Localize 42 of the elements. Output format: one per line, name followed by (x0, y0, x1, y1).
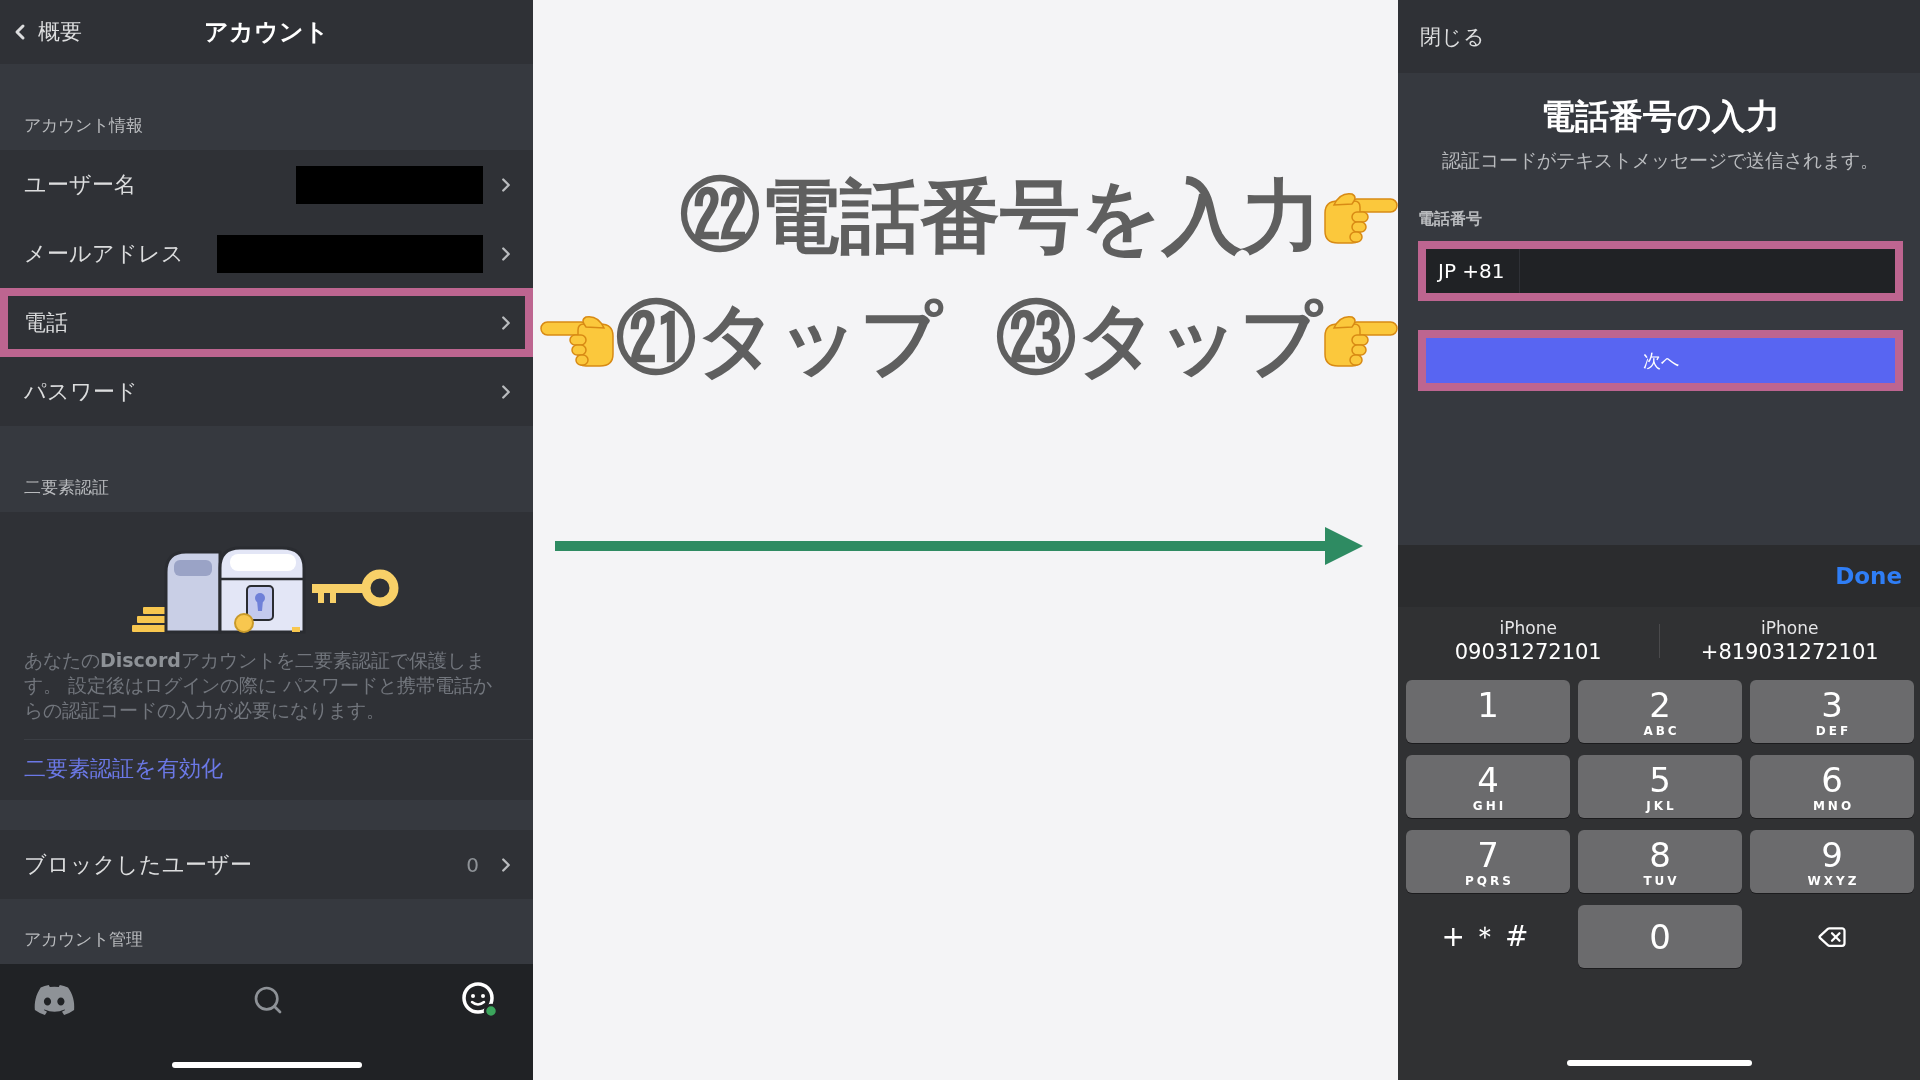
keypad-key[interactable]: 4 GHI (1406, 755, 1570, 818)
field-label: 電話番号 (1418, 210, 1482, 228)
keypad-key[interactable]: 2 ABC (1578, 680, 1742, 743)
keypad-key[interactable]: 1 (1406, 680, 1570, 743)
phone-number-field[interactable]: JP +81 (1418, 241, 1903, 301)
settings-row[interactable]: ブロックしたユーザー 0 (0, 830, 533, 899)
row-label: メールアドレス (24, 239, 185, 268)
screen-title: アカウント (204, 17, 329, 48)
keypad-key[interactable]: 6 MNO (1750, 755, 1914, 818)
symbols-key[interactable]: +＊# (1406, 905, 1570, 968)
section-heading: アカウント管理 (24, 928, 143, 950)
step-caption: ㉒電話番号を入力 (680, 173, 1322, 261)
settings-row[interactable]: 電話 (0, 288, 533, 357)
step-caption: ㉑タップ (616, 296, 942, 384)
section-heading: アカウント情報 (24, 114, 143, 136)
row-label: パスワード (24, 377, 139, 406)
enable-two-factor-link[interactable]: 二要素認証を有効化 (24, 754, 223, 784)
settings-row[interactable]: パスワード (0, 357, 533, 426)
row-label: 電話 (24, 308, 69, 337)
keypad-key[interactable]: 7 PQRS (1406, 830, 1570, 893)
back-button[interactable]: 概要 (8, 17, 82, 47)
keypad-key[interactable]: 0 (1578, 905, 1742, 968)
country-code-selector[interactable]: JP +81 (1426, 249, 1520, 293)
close-button[interactable]: 閉じる (1420, 22, 1485, 51)
keypad-key[interactable]: 9 WXYZ (1750, 830, 1914, 893)
row-label: ユーザー名 (24, 170, 137, 199)
modal-title: 電話番号の入力 (1540, 96, 1781, 136)
settings-row[interactable]: ユーザー名 (0, 150, 533, 219)
settings-row[interactable]: メールアドレス (0, 219, 533, 288)
next-button[interactable]: 次へ (1418, 330, 1903, 391)
keypad-key[interactable]: 3 DEF (1750, 680, 1914, 743)
section-heading: 二要素認証 (24, 476, 109, 498)
keypad-key[interactable]: 5 JKL (1578, 755, 1742, 818)
two-factor-description: あなたのDiscordアカウントを二要素認証で保護します。 設定後はログインの際に パスワードと携帯電話からの認証コードの入力が必要になります。 (24, 648, 494, 723)
row-count: 0 (466, 852, 479, 877)
step-caption: ㉓タップ (996, 296, 1322, 384)
modal-subtitle: 認証コードがテキストメッセージで送信されます。 (1441, 150, 1880, 172)
autofill-suggestion[interactable]: iPhone +819031272101 (1700, 616, 1879, 665)
keypad-key[interactable]: 8 TUV (1578, 830, 1742, 893)
autofill-suggestion[interactable]: iPhone 09031272101 (1454, 616, 1602, 665)
row-label: ブロックしたユーザー (24, 850, 253, 879)
done-button[interactable]: Done (1835, 563, 1902, 589)
